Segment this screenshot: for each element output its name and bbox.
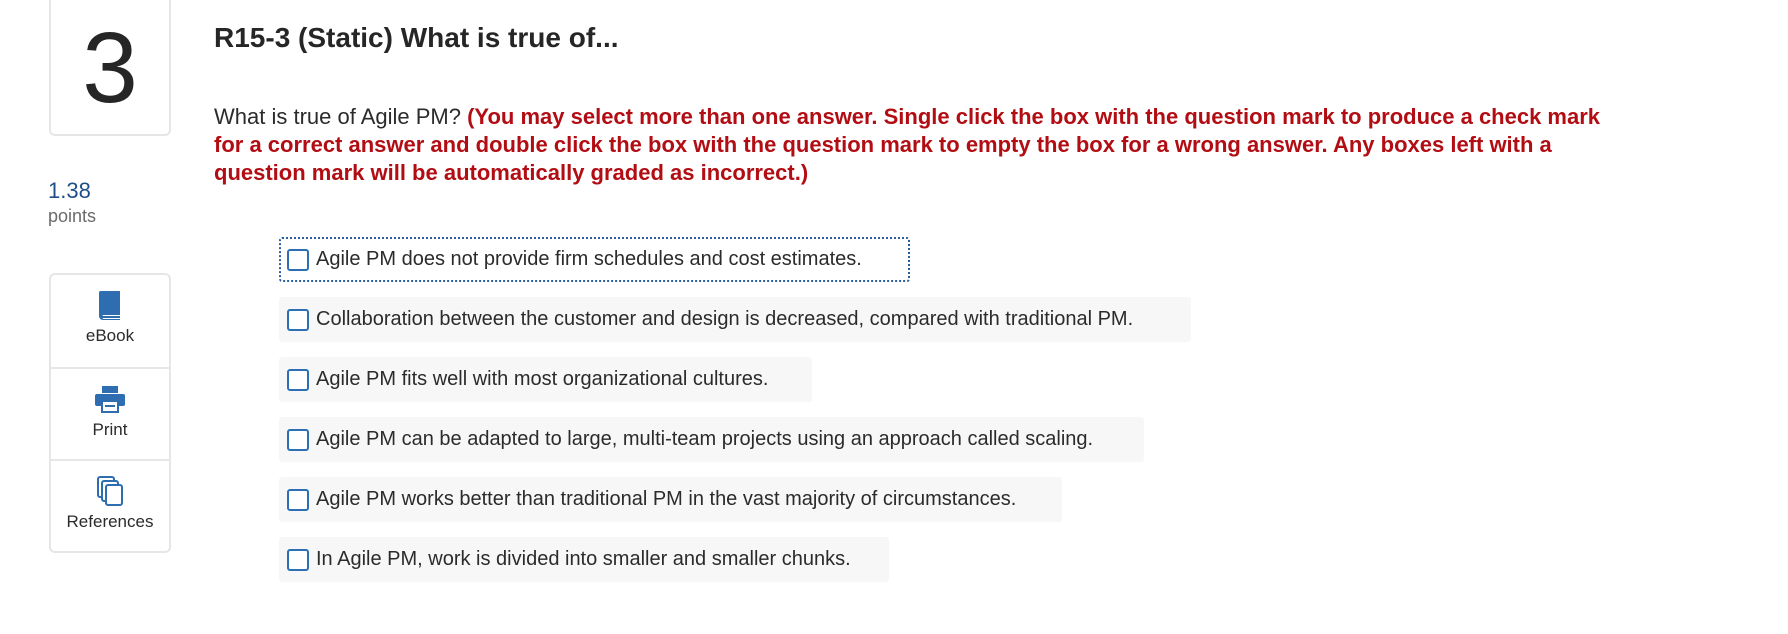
- references-button[interactable]: References: [51, 459, 169, 551]
- option-label: Agile PM can be adapted to large, multi-…: [316, 428, 1094, 450]
- question-prompt: What is true of Agile PM?: [214, 104, 468, 129]
- points-label: points: [48, 206, 97, 226]
- option-label: Agile PM does not provide firm schedules…: [316, 248, 862, 270]
- option-checkbox[interactable]: [287, 428, 309, 451]
- answer-option[interactable]: Agile PM works better than traditional P…: [279, 477, 1062, 522]
- ebook-button[interactable]: eBook: [51, 275, 169, 367]
- answer-option[interactable]: Agile PM can be adapted to large, multi-…: [279, 417, 1144, 462]
- book-icon: [94, 289, 126, 321]
- answer-option[interactable]: Collaboration between the customer and d…: [279, 297, 1191, 342]
- option-label: Collaboration between the customer and d…: [316, 308, 1134, 330]
- option-label: In Agile PM, work is divided into smalle…: [316, 548, 851, 570]
- answer-option[interactable]: Agile PM does not provide firm schedules…: [279, 237, 910, 282]
- copy-documents-icon: [94, 475, 126, 507]
- ebook-label: eBook: [85, 326, 135, 345]
- option-label: Agile PM fits well with most organizatio…: [316, 368, 769, 390]
- tools-panel: eBook Print References: [49, 273, 171, 553]
- print-button[interactable]: Print: [51, 367, 169, 459]
- option-checkbox[interactable]: [287, 548, 309, 571]
- print-label: Print: [92, 420, 128, 439]
- points-value: 1.38: [48, 178, 91, 203]
- printer-icon: [94, 383, 126, 415]
- question-number: 3: [82, 12, 138, 124]
- answer-option[interactable]: Agile PM fits well with most organizatio…: [279, 357, 812, 402]
- option-checkbox[interactable]: [287, 248, 309, 271]
- question-text: What is true of Agile PM? (You may selec…: [214, 103, 1614, 187]
- references-label: References: [66, 512, 154, 531]
- option-checkbox[interactable]: [287, 488, 309, 511]
- option-checkbox[interactable]: [287, 308, 309, 331]
- question-number-box: 3: [49, 0, 171, 136]
- answer-option[interactable]: In Agile PM, work is divided into smalle…: [279, 537, 889, 582]
- option-label: Agile PM works better than traditional P…: [316, 488, 1017, 510]
- question-title: R15-3 (Static) What is true of...: [214, 22, 619, 53]
- option-checkbox[interactable]: [287, 368, 309, 391]
